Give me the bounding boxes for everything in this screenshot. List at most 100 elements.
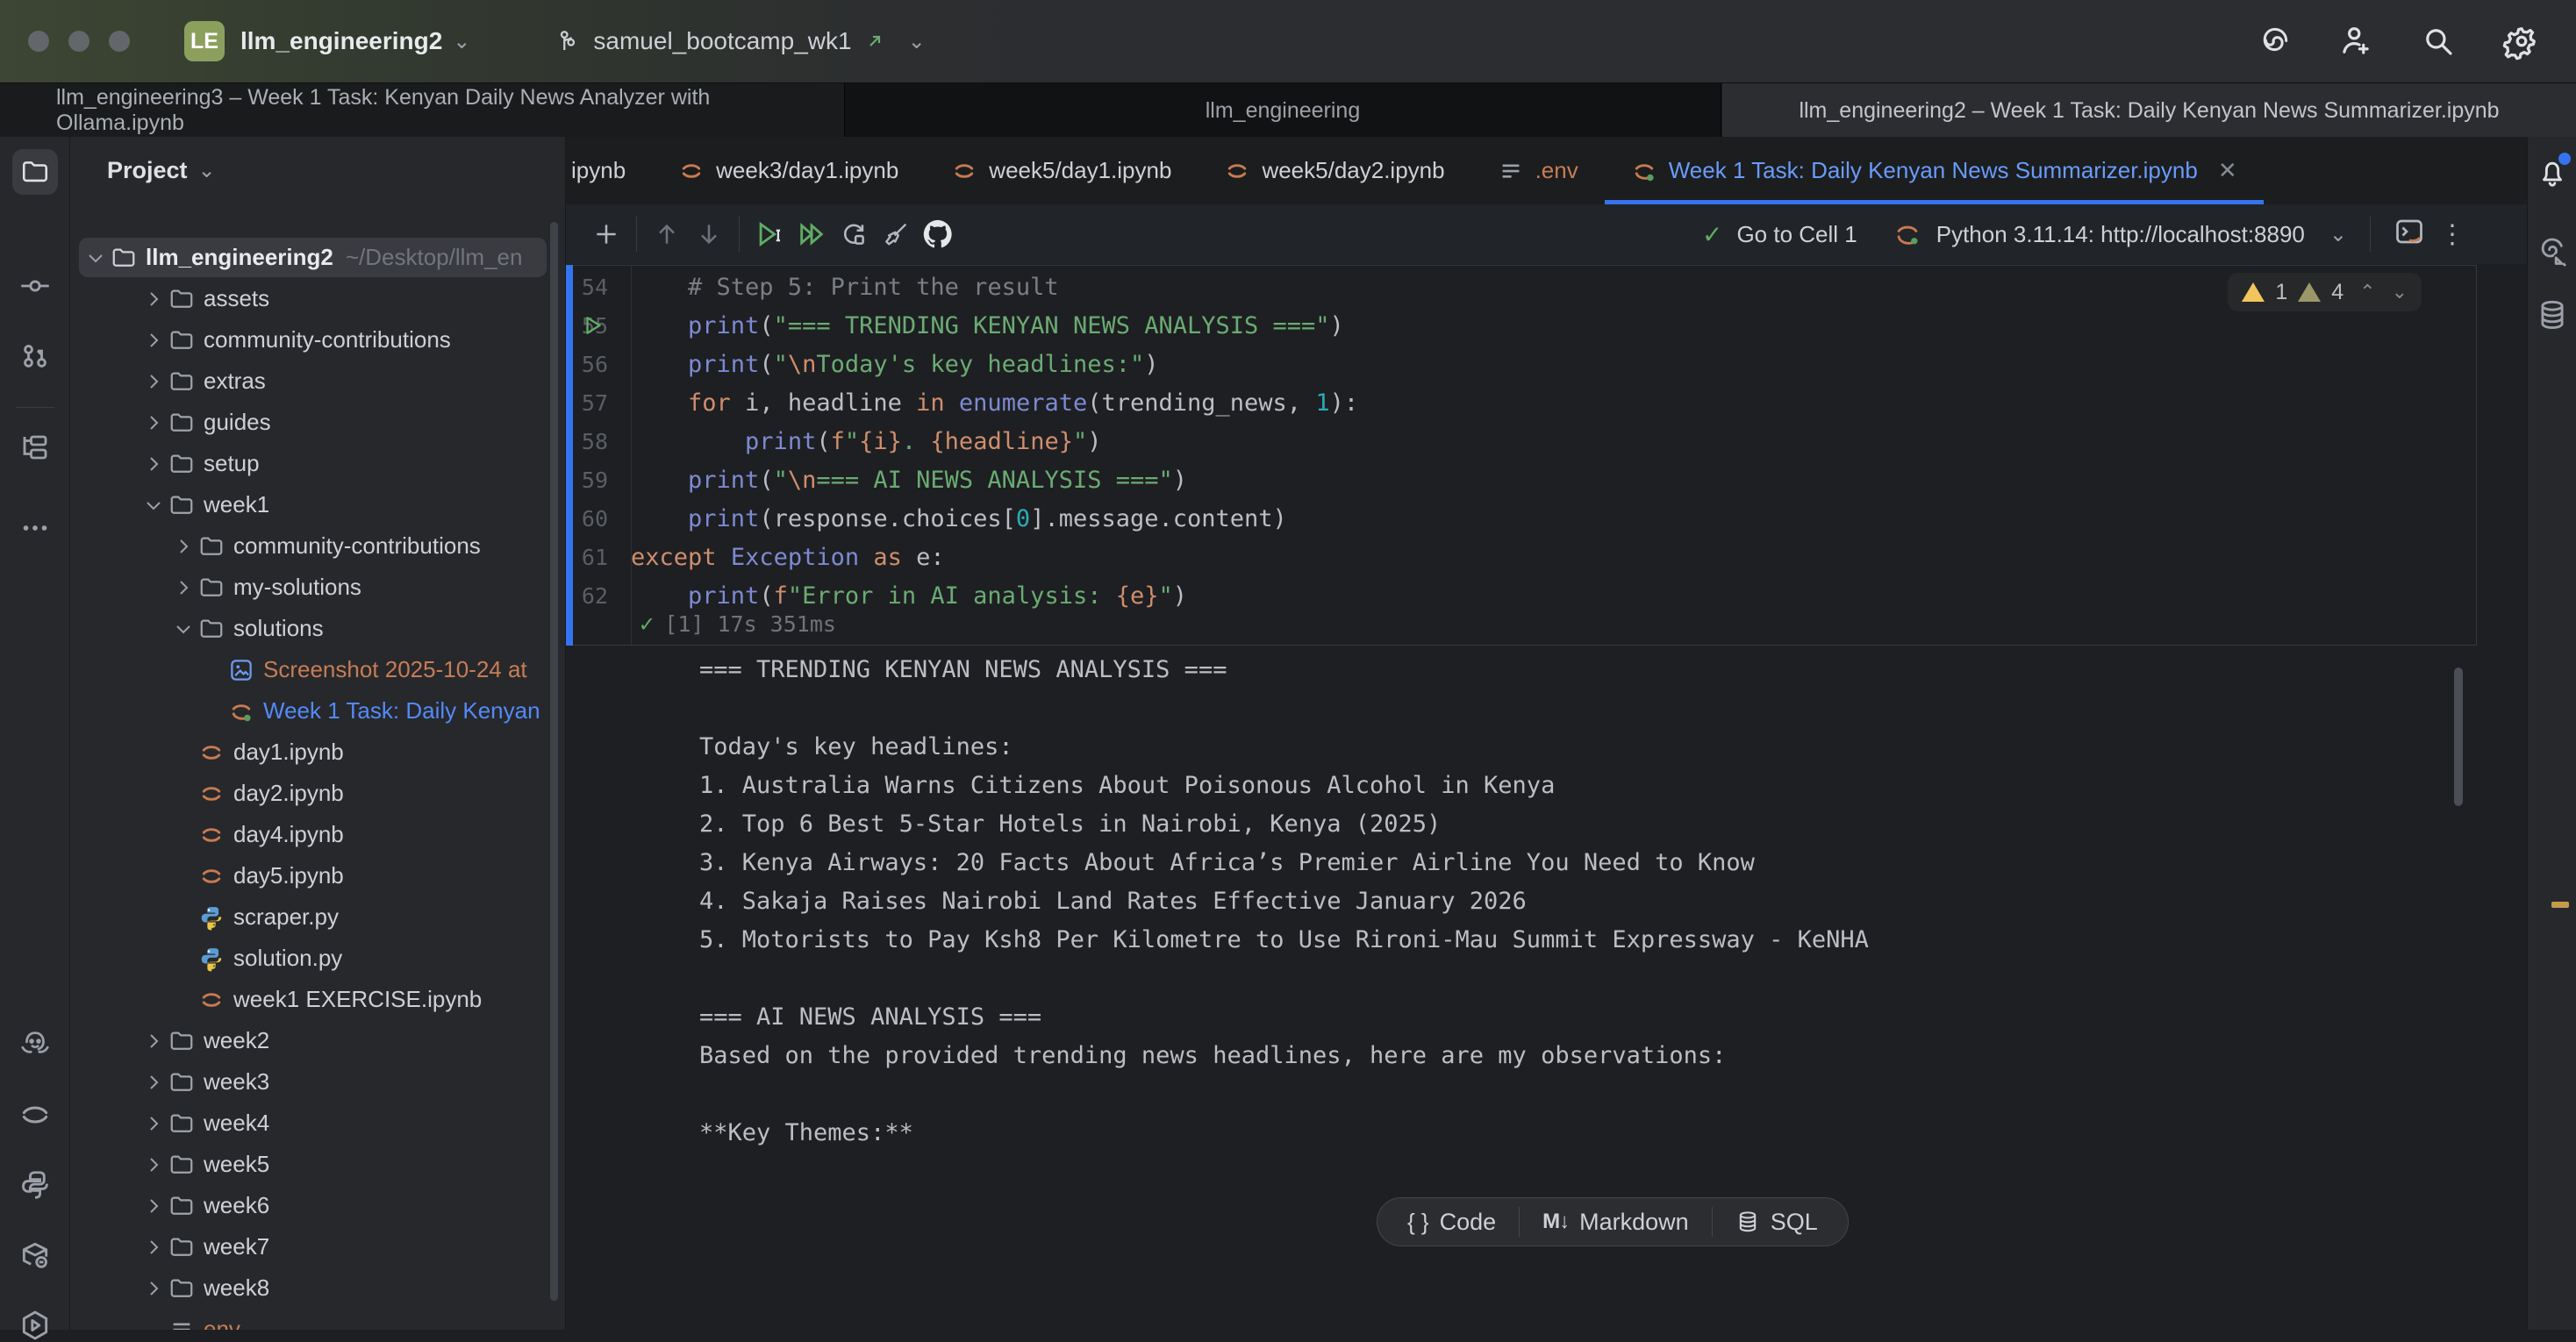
chevron-collapsed-icon[interactable] — [139, 289, 168, 310]
tree-item-week1-exercise-ipynb[interactable]: week1 EXERCISE.ipynb — [70, 979, 566, 1020]
search-icon[interactable] — [2420, 23, 2457, 60]
chevron-collapsed-icon[interactable] — [168, 536, 198, 557]
chevron-collapsed-icon[interactable] — [139, 1278, 168, 1299]
add-user-icon[interactable] — [2337, 23, 2374, 60]
tree-item-week6[interactable]: week6 — [70, 1185, 566, 1226]
prev-problem-chevron-icon[interactable]: ⌃ — [2359, 281, 2375, 303]
code-cell[interactable]: 54 # Step 5: Print the result55 print("=… — [573, 265, 2477, 646]
editor-tab-week5-day1-ipynb[interactable]: week5/day1.ipynb — [925, 137, 1198, 204]
window-tab-llm-engineering2[interactable]: llm_engineering2 – Week 1 Task: Daily Ke… — [1722, 83, 2576, 138]
more-options-button[interactable]: ⋮ — [2439, 219, 2465, 250]
tree-item-screenshot-2025-10-24-at[interactable]: Screenshot 2025-10-24 at — [70, 649, 566, 690]
project-tool-window-header[interactable]: Project ⌄ — [70, 137, 566, 204]
tree-item-week1[interactable]: week1 — [70, 484, 566, 525]
code-line-56[interactable]: 56 print("\nToday's key headlines:") — [573, 345, 2468, 383]
goto-cell-button[interactable]: Go to Cell 1 — [1736, 221, 1857, 248]
tree-item-guides[interactable]: guides — [70, 402, 566, 443]
close-window-button[interactable] — [28, 31, 49, 52]
code-line-59[interactable]: 59 print("\n=== AI NEWS ANALYSIS ===") — [573, 460, 2468, 499]
tree-item-week3[interactable]: week3 — [70, 1061, 566, 1103]
window-tab-llm-engineering3[interactable]: llm_engineering3 – Week 1 Task: Kenyan D… — [0, 83, 844, 138]
tree-item-day5-ipynb[interactable]: day5.ipynb — [70, 855, 566, 896]
python-packages-tool-button[interactable] — [0, 1238, 70, 1272]
code-line-58[interactable]: 58 print(f"{i}. {headline}") — [573, 422, 2468, 460]
chevron-collapsed-icon[interactable] — [139, 1031, 168, 1052]
chevron-collapsed-icon[interactable] — [139, 412, 168, 433]
services-tool-button[interactable] — [0, 1309, 70, 1342]
notifications-bell-button[interactable] — [2528, 156, 2576, 196]
chevron-collapsed-icon[interactable] — [139, 1113, 168, 1134]
ai-assistant-icon[interactable] — [2255, 23, 2292, 60]
editor-tab-week3-day1-ipynb[interactable]: week3/day1.ipynb — [652, 137, 925, 204]
chevron-collapsed-icon[interactable] — [139, 1237, 168, 1258]
tree-item-community-contributions[interactable]: community-contributions — [70, 319, 566, 360]
next-problem-chevron-icon[interactable]: ⌄ — [2392, 281, 2408, 303]
tree-item-solutions[interactable]: solutions — [70, 608, 566, 649]
tree-scrollbar[interactable] — [550, 222, 558, 1301]
add-code-cell-button[interactable]: { } Code — [1385, 1198, 1519, 1246]
chevron-expanded-icon[interactable] — [168, 618, 198, 639]
window-controls[interactable] — [28, 31, 130, 52]
code-line-61[interactable]: 61except Exception as e: — [573, 538, 2468, 576]
editor-tab-ipynb[interactable]: ipynb — [566, 137, 652, 204]
github-button[interactable] — [917, 213, 959, 255]
tree-item-week7[interactable]: week7 — [70, 1226, 566, 1267]
chevron-expanded-icon[interactable] — [81, 247, 111, 268]
chevron-collapsed-icon[interactable] — [139, 371, 168, 392]
editor-tab--env[interactable]: .env — [1471, 137, 1605, 204]
chevron-collapsed-icon[interactable] — [139, 1154, 168, 1175]
database-tool-button[interactable] — [2528, 298, 2576, 332]
tree-item-scraper-py[interactable]: scraper.py — [70, 896, 566, 938]
editor-tab-week-1-task-daily-kenyan-news-summarizer-ipynb[interactable]: Week 1 Task: Daily Kenyan News Summarize… — [1605, 137, 2264, 204]
chevron-collapsed-icon[interactable] — [139, 1072, 168, 1093]
tree-item-extras[interactable]: extras — [70, 360, 566, 402]
tree-item-week4[interactable]: week4 — [70, 1103, 566, 1144]
branch-selector[interactable]: samuel_bootcamp_wk1 ⌄ — [555, 27, 925, 55]
tree-item-assets[interactable]: assets — [70, 278, 566, 319]
tree-item-week2[interactable]: week2 — [70, 1020, 566, 1061]
run-line-icon[interactable] — [580, 314, 606, 337]
chevron-collapsed-icon[interactable] — [139, 330, 168, 351]
jupyter-console-button[interactable] — [2394, 216, 2425, 253]
code-line-57[interactable]: 57 for i, headline in enumerate(trending… — [573, 383, 2468, 422]
add-cell-button[interactable] — [585, 213, 627, 255]
run-all-cells-button[interactable] — [791, 213, 833, 255]
clear-outputs-button[interactable] — [875, 213, 917, 255]
tree-item-week5[interactable]: week5 — [70, 1144, 566, 1185]
project-selector[interactable]: llm_engineering2 — [240, 27, 442, 55]
chevron-collapsed-icon[interactable] — [168, 577, 198, 598]
tree-item-llm-engineering2[interactable]: llm_engineering2~/Desktop/llm_en — [70, 237, 566, 278]
inspection-widget[interactable]: 1 4 ⌃ ⌄ — [2228, 273, 2422, 311]
tree-item-week8[interactable]: week8 — [70, 1267, 566, 1309]
move-cell-down-button[interactable] — [688, 213, 730, 255]
project-tool-button[interactable] — [0, 149, 70, 195]
chevron-expanded-icon[interactable] — [139, 495, 168, 516]
ai-assistant-tool-button[interactable] — [0, 1028, 70, 1061]
structure-tool-button[interactable] — [0, 432, 70, 463]
minimize-window-button[interactable] — [68, 31, 89, 52]
add-markdown-cell-button[interactable]: M↓ Markdown — [1520, 1198, 1712, 1246]
tree-item-week-1-task-daily-kenyan[interactable]: Week 1 Task: Daily Kenyan — [70, 690, 566, 732]
settings-gear-icon[interactable] — [2502, 22, 2541, 61]
chevron-collapsed-icon[interactable] — [139, 453, 168, 475]
close-tab-icon[interactable]: ✕ — [2218, 157, 2237, 184]
more-tools-button[interactable] — [0, 512, 70, 544]
tree-item-env[interactable]: env — [70, 1309, 566, 1330]
editor-tab-week5-day2-ipynb[interactable]: week5/day2.ipynb — [1198, 137, 1470, 204]
move-cell-up-button[interactable] — [646, 213, 688, 255]
window-tab-llm-engineering[interactable]: llm_engineering — [844, 83, 1721, 138]
chevron-collapsed-icon[interactable] — [139, 1196, 168, 1217]
tree-item-my-solutions[interactable]: my-solutions — [70, 567, 566, 608]
code-line-55[interactable]: 55 print("=== TRENDING KENYAN NEWS ANALY… — [573, 306, 2468, 345]
tree-item-solution-py[interactable]: solution.py — [70, 938, 566, 979]
pull-requests-tool-button[interactable] — [0, 340, 70, 372]
tree-item-community-contributions[interactable]: community-contributions — [70, 525, 566, 567]
tree-item-day2-ipynb[interactable]: day2.ipynb — [70, 773, 566, 814]
code-line-60[interactable]: 60 print(response.choices[0].message.con… — [573, 499, 2468, 538]
maximize-window-button[interactable] — [109, 31, 130, 52]
run-cell-select-below-button[interactable] — [748, 213, 791, 255]
code-line-54[interactable]: 54 # Step 5: Print the result — [573, 268, 2468, 306]
jupyter-variables-tool-button[interactable] — [0, 1098, 70, 1131]
tree-item-day1-ipynb[interactable]: day1.ipynb — [70, 732, 566, 773]
add-sql-cell-button[interactable]: SQL — [1713, 1198, 1841, 1246]
